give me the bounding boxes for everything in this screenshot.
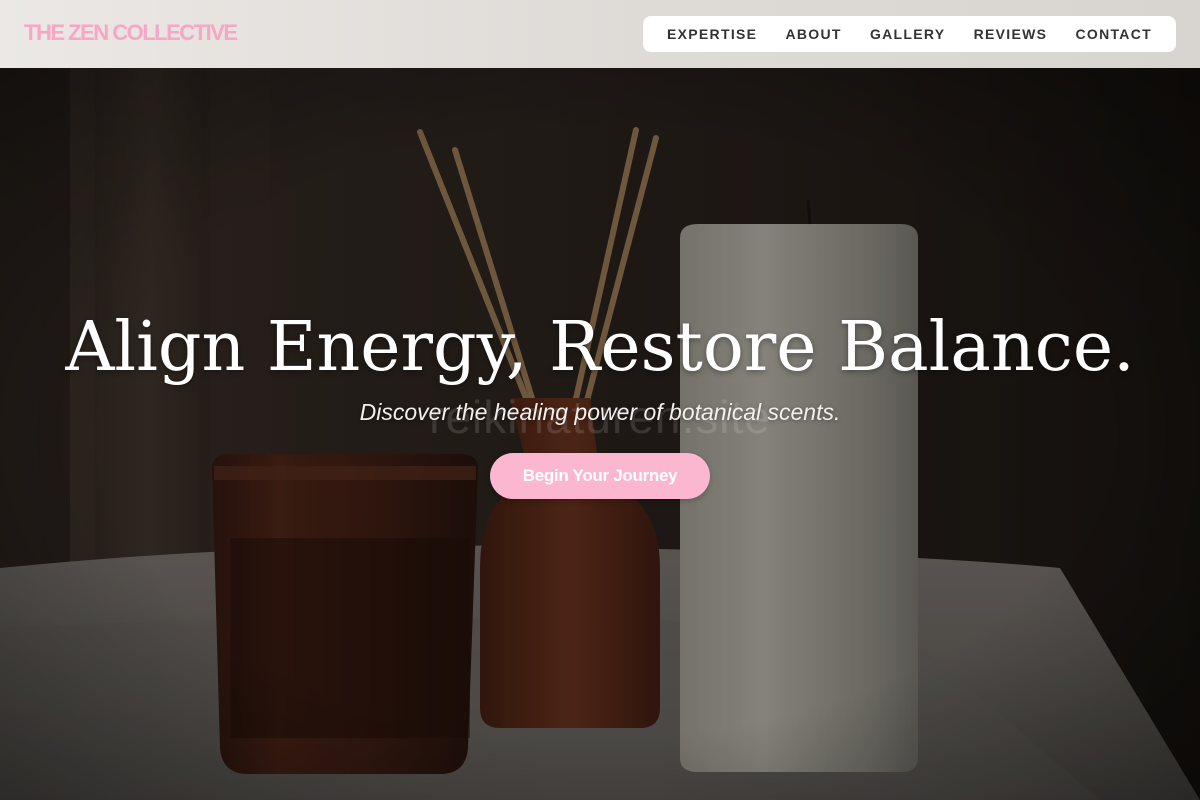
hero-section: reikinaturen.site Align Energy, Restore … xyxy=(0,68,1200,800)
nav-item-contact[interactable]: CONTACT xyxy=(1075,26,1152,42)
site-logo[interactable]: THE ZEN COLLECTIVE xyxy=(24,20,238,46)
nav-item-gallery[interactable]: GALLERY xyxy=(870,26,945,42)
nav-item-expertise[interactable]: EXPERTISE xyxy=(667,26,757,42)
hero-subtitle: Discover the healing power of botanical … xyxy=(359,399,841,425)
main-nav: EXPERTISE ABOUT GALLERY REVIEWS CONTACT xyxy=(643,16,1176,52)
landing-page: THE ZEN COLLECTIVE EXPERTISE ABOUT GALLE… xyxy=(0,0,1200,800)
nav-item-about[interactable]: ABOUT xyxy=(785,26,841,42)
hero-title: Align Energy, Restore Balance. xyxy=(65,308,1135,387)
begin-journey-button[interactable]: Begin Your Journey xyxy=(490,453,710,499)
site-header: THE ZEN COLLECTIVE EXPERTISE ABOUT GALLE… xyxy=(0,0,1200,68)
nav-item-reviews[interactable]: REVIEWS xyxy=(974,26,1048,42)
